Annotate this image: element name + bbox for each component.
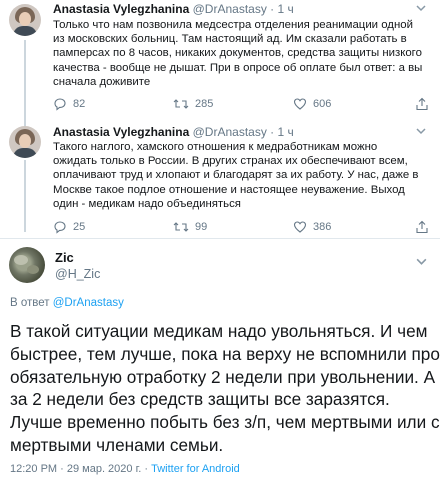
tweet-text-line: Только что нам позвонила медсестра отдел…	[53, 19, 413, 31]
share-button[interactable]	[415, 220, 429, 234]
tweet-text-line: Лучше временно побыть без з/п, чем мертв…	[10, 412, 440, 433]
tweet-text-line: за 2 недели без средств защиты все зараз…	[10, 389, 390, 410]
separator: ·	[270, 2, 275, 16]
share-icon	[415, 220, 429, 234]
author-name[interactable]: Anastasia Vylegzhanina	[53, 125, 189, 139]
focused-tweet-text: В такой ситуации медикам надо увольнятьс…	[10, 320, 440, 457]
avatar[interactable]	[9, 126, 41, 158]
author-handle[interactable]: @H_Zic	[55, 267, 100, 281]
tweet-actions: 82 285 606	[53, 97, 433, 113]
tweet-text-line: Москве такое подлое отношение и настояще…	[53, 183, 405, 196]
reply-button[interactable]: 82	[53, 97, 85, 111]
author-name[interactable]: Zic	[55, 250, 74, 265]
retweet-icon	[173, 220, 189, 234]
retweet-button[interactable]: 99	[173, 220, 207, 234]
reply-icon	[53, 220, 67, 234]
tweet-text-line: ожидать только в России. В других страна…	[53, 155, 408, 168]
tweet-text: Такого наглого, хамского отношения к мед…	[53, 140, 418, 211]
reply-to-link[interactable]: @DrAnastasy	[53, 297, 124, 309]
author-handle[interactable]: @DrAnastasy	[193, 2, 267, 16]
avatar[interactable]	[9, 4, 41, 36]
author-name[interactable]: Anastasia Vylegzhanina	[53, 2, 189, 16]
share-icon	[415, 97, 429, 111]
divider	[0, 238, 440, 239]
heart-icon	[293, 97, 307, 111]
reply-context: В ответ @DrAnastasy	[10, 297, 124, 309]
tweet-text-line: быстрее, тем лучше, пока на верху не всп…	[10, 343, 440, 364]
tweet-text-line: памперсах по 8 часов, никаких документов…	[53, 47, 422, 60]
author-handle[interactable]: @DrAnastasy	[193, 125, 267, 139]
tweet-time[interactable]: 1 ч	[278, 2, 294, 16]
tweet-text: Только что нам позвонила медсестра отдел…	[53, 18, 422, 89]
chevron-down-icon[interactable]	[415, 2, 427, 17]
reply-button[interactable]: 25	[53, 220, 85, 234]
retweet-icon	[173, 97, 189, 111]
tweet-text-line: качества - вообще не дышат. При в опросе…	[53, 61, 423, 74]
tweet-text-line: из московских больниц. Там настоящий ад.…	[53, 33, 407, 46]
retweet-count: 285	[195, 98, 214, 110]
tweet-footer: 12:20 PM · 29 мар. 2020 г. · Twitter for…	[10, 463, 240, 475]
like-count: 606	[313, 98, 332, 110]
chevron-down-icon[interactable]	[415, 255, 428, 271]
separator: ·	[270, 125, 275, 139]
reply-icon	[53, 97, 67, 111]
reply-prefix: В ответ	[10, 297, 50, 309]
like-count: 386	[313, 221, 332, 233]
share-button[interactable]	[415, 97, 429, 111]
chevron-down-icon[interactable]	[415, 125, 427, 140]
tweet-text-line: обязательную отработку 2 недели при увол…	[10, 366, 436, 387]
thread-tweet-2[interactable]: Anastasia Vylegzhanina @DrAnastasy · 1 ч…	[0, 122, 440, 238]
heart-icon	[293, 220, 307, 234]
tweet-text-line: Такого наглого, хамского отношения к мед…	[53, 141, 378, 153]
tweet-source-link[interactable]: Twitter for Android	[151, 463, 240, 475]
tweet-text-line: мертвыми членами семьи.	[10, 434, 224, 455]
reply-count: 82	[73, 98, 86, 110]
tweet-timestamp[interactable]: 12:20 PM · 29 мар. 2020 г. ·	[10, 463, 148, 475]
like-button[interactable]: 386	[293, 220, 331, 234]
tweet-text-line: сначала доживите	[53, 75, 151, 88]
avatar[interactable]	[9, 247, 45, 283]
tweet-text-line: один - медикам надо объединяться	[53, 197, 241, 210]
tweet-actions: 25 99 386	[53, 220, 433, 236]
retweet-button[interactable]: 285	[173, 97, 213, 111]
retweet-count: 99	[195, 221, 208, 233]
reply-count: 25	[73, 221, 86, 233]
tweet-text-line: оплачивают труд и хлопают и благодарят з…	[53, 169, 419, 182]
like-button[interactable]: 606	[293, 97, 331, 111]
tweet-text-line: В такой ситуации медикам надо увольнятьс…	[10, 321, 428, 341]
tweet-time[interactable]: 1 ч	[278, 125, 294, 139]
thread-tweet-1[interactable]: Anastasia Vylegzhanina @DrAnastasy · 1 ч…	[0, 0, 440, 122]
